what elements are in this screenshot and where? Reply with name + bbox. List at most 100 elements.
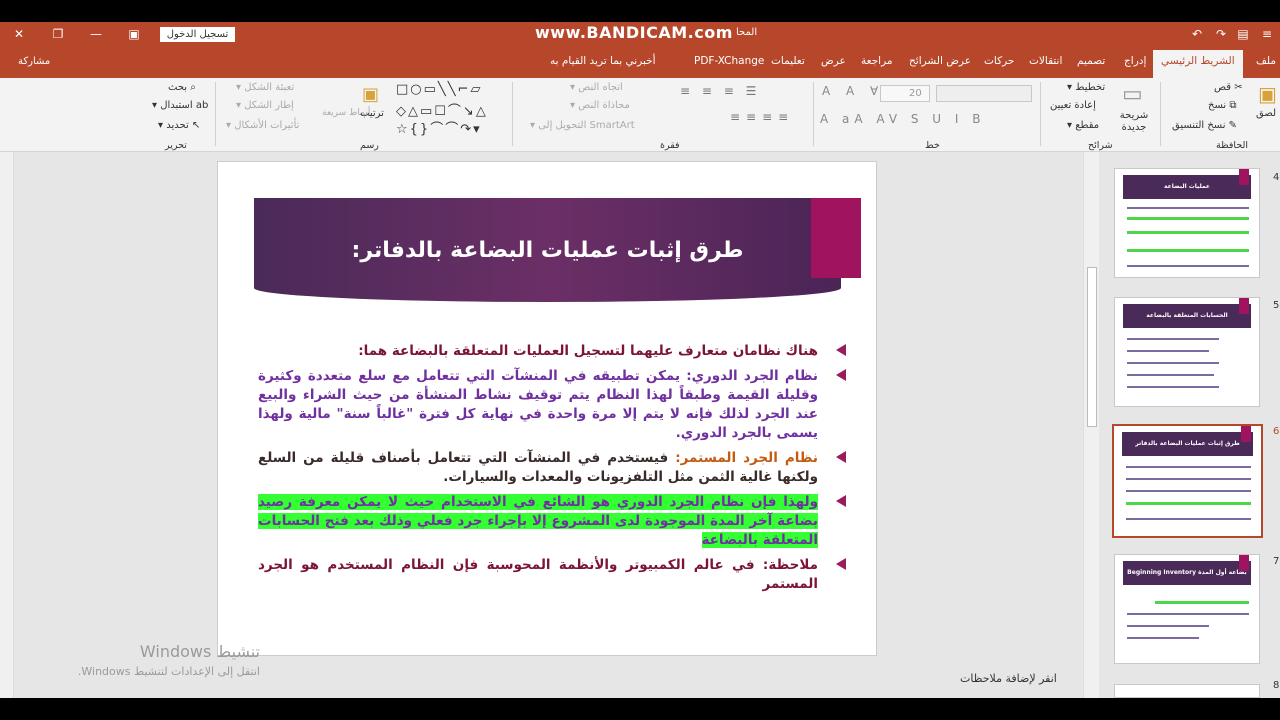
search-icon: ⌕	[190, 82, 196, 93]
tab-review[interactable]: مراجعة	[861, 55, 893, 67]
bullet-item: نظام الجرد المستمر: فيستخدم في المنشآت ا…	[258, 449, 848, 487]
tab-pdf-xchange[interactable]: PDF-XChange	[694, 55, 764, 67]
thumbnail-number: 4	[1273, 172, 1280, 183]
text-direction-label: اتجاه النص	[578, 82, 623, 93]
bullet-arrow-icon	[836, 451, 846, 463]
section-button[interactable]: ▾ مقطع	[1067, 120, 1099, 131]
slide-thumbnail-selected[interactable]: طرق إثبات عمليات البضاعة بالدفاتر	[1112, 424, 1263, 538]
shape-fill-button[interactable]: ▾ تعبئة الشكل	[236, 82, 294, 93]
thumbnail-line	[1127, 362, 1219, 364]
sign-in-button[interactable]: تسجيل الدخول	[160, 27, 235, 42]
restore-icon[interactable]: ❐	[47, 25, 69, 43]
thumbnail-line	[1127, 350, 1209, 352]
thumbnail-number: 8	[1273, 680, 1280, 691]
list-buttons[interactable]: ≡ ≡ ≡ ☰	[680, 84, 760, 98]
thumbnail-line	[1127, 207, 1249, 209]
document-title: المحا	[736, 27, 758, 38]
ribbon-display-icon[interactable]: ▣	[123, 25, 145, 43]
slide-thumbnail[interactable]	[1114, 684, 1260, 698]
editor-scrollbar[interactable]	[1083, 152, 1099, 698]
tab-view[interactable]: عرض	[821, 55, 846, 67]
find-button[interactable]: بحث ⌕	[168, 82, 196, 93]
shape-outline-button[interactable]: ▾ إطار الشكل	[236, 100, 294, 111]
activation-subtitle: انتقل إلى الإعدادات لتنشيط Windows.	[77, 665, 260, 678]
tab-design[interactable]: تصميم	[1077, 55, 1105, 67]
notes-placeholder[interactable]: انقر لإضافة ملاحظات	[960, 672, 1057, 685]
arrange-button[interactable]: ترتيب	[360, 108, 384, 119]
thumbnail-line	[1126, 490, 1251, 492]
tab-transitions[interactable]: انتقالات	[1029, 55, 1062, 67]
shape-effects-label: تأثيرات الأشكال	[234, 120, 300, 131]
shape-effects-button[interactable]: ▾ تأثيرات الأشكال	[226, 120, 299, 131]
font-size-buttons[interactable]: A A ∀	[822, 84, 884, 98]
paste-button[interactable]: لصق	[1256, 108, 1276, 119]
thumbnail-line	[1127, 249, 1249, 252]
font-size-box[interactable]: 20	[880, 85, 930, 102]
thumbnail-number: 5	[1273, 300, 1280, 311]
layout-label: تخطيط	[1075, 82, 1106, 93]
convert-smartart-button[interactable]: ▾ التحويل إلى SmartArt	[530, 120, 635, 131]
tell-me-search[interactable]: أخبرني بما تريد القيام به	[550, 55, 656, 67]
redo-icon[interactable]: ↷	[1210, 25, 1232, 43]
slide-thumbnail[interactable]: الحسابات المتعلقة بالبضاعة	[1114, 297, 1260, 407]
copy-button[interactable]: نسخ ⧉	[1208, 100, 1237, 111]
share-button[interactable]: مشاركة	[18, 56, 50, 67]
find-label: بحث	[168, 82, 188, 93]
alignment-buttons[interactable]: ≡≡≡≡	[730, 110, 794, 124]
slide-canvas[interactable]: طرق إثبات عمليات البضاعة بالدفاتر: هناك …	[217, 161, 877, 656]
font-style-buttons[interactable]: A aA AV S U I B	[820, 112, 985, 126]
new-slide-button[interactable]: شريحة جديدة	[1116, 110, 1152, 134]
layout-button[interactable]: ▾ تخطيط	[1067, 82, 1105, 93]
separator	[512, 82, 513, 146]
undo-icon[interactable]: ↶	[1186, 25, 1208, 43]
separator	[1040, 82, 1041, 146]
slide-thumbnail[interactable]: Beginning Inventory بضاعة أول المدة	[1114, 554, 1260, 664]
format-painter-button[interactable]: نسخ التنسيق ✎	[1172, 120, 1237, 131]
minimize-icon[interactable]: —	[85, 25, 107, 43]
clipboard-group-label: الحافظة	[1216, 140, 1248, 151]
tab-insert[interactable]: إدراج	[1124, 55, 1146, 67]
tab-file[interactable]: ملف	[1256, 55, 1276, 67]
bullet-arrow-icon	[836, 344, 846, 356]
thumbnail-line	[1155, 601, 1249, 604]
status-bar	[0, 698, 1280, 720]
thumbnail-line	[1127, 374, 1214, 376]
thumbnail-accent	[1239, 169, 1249, 185]
activation-title: تنشيط Windows	[139, 642, 260, 661]
bullet-list[interactable]: هناك نظامان متعارف عليهما لتسجيل العمليا…	[258, 342, 848, 600]
slide-title[interactable]: طرق إثبات عمليات البضاعة بالدفاتر:	[254, 238, 841, 263]
slide-thumbnails-pane: 4 عمليات البضاعة 5 الحسابات المتعلقة بال…	[1100, 152, 1280, 698]
thumbnail-title: Beginning Inventory بضاعة أول المدة	[1123, 561, 1251, 585]
font-name-box[interactable]	[936, 85, 1032, 102]
align-text-button[interactable]: ▾ محاذاة النص	[570, 100, 630, 111]
scissors-icon: ✂	[1234, 82, 1243, 93]
close-icon[interactable]: ✕	[8, 25, 30, 43]
save-icon[interactable]: ▤	[1232, 25, 1254, 43]
tab-slideshow[interactable]: عرض الشرائح	[909, 55, 971, 67]
thumbnail-title: عمليات البضاعة	[1123, 175, 1251, 199]
qat-menu-icon[interactable]: ≡	[1256, 25, 1278, 43]
select-button[interactable]: ▾ تحديد ↖	[158, 120, 200, 131]
separator	[1160, 82, 1161, 146]
reset-button[interactable]: إعادة تعيين	[1050, 100, 1096, 111]
cursor-icon: ↖	[191, 120, 201, 131]
shapes-gallery-row2[interactable]: ◇△▭☐⌒↘△	[396, 100, 488, 119]
slide-thumbnail[interactable]: عمليات البضاعة	[1114, 168, 1260, 278]
paragraph-group-label: فقرة	[660, 140, 680, 151]
thumbnail-line	[1127, 231, 1249, 234]
tab-home[interactable]: الشريط الرئيسي	[1153, 50, 1243, 78]
thumbnail-accent	[1241, 426, 1251, 442]
bullet-text: ملاحظة: في عالم الكمبيوتر والأنظمة المحو…	[258, 557, 818, 592]
scroll-thumb[interactable]	[1087, 267, 1097, 427]
tab-help[interactable]: تعليمات	[771, 55, 805, 67]
font-group-label: خط	[925, 140, 940, 151]
shapes-gallery-row3[interactable]: ☆{}⌒⌒↷▾	[396, 118, 482, 137]
text-direction-button[interactable]: ▾ اتجاه النص	[570, 82, 623, 93]
left-scrollbar[interactable]	[0, 152, 14, 698]
replace-button[interactable]: ▾ استبدال ab	[152, 100, 208, 111]
tab-animations[interactable]: حركات	[984, 55, 1014, 67]
thumbnail-line	[1127, 386, 1219, 388]
shapes-gallery[interactable]: □○▭╲╲⌐▱	[396, 82, 482, 97]
bullet-text: هناك نظامان متعارف عليهما لتسجيل العمليا…	[358, 343, 818, 359]
cut-button[interactable]: قص ✂	[1214, 82, 1243, 93]
